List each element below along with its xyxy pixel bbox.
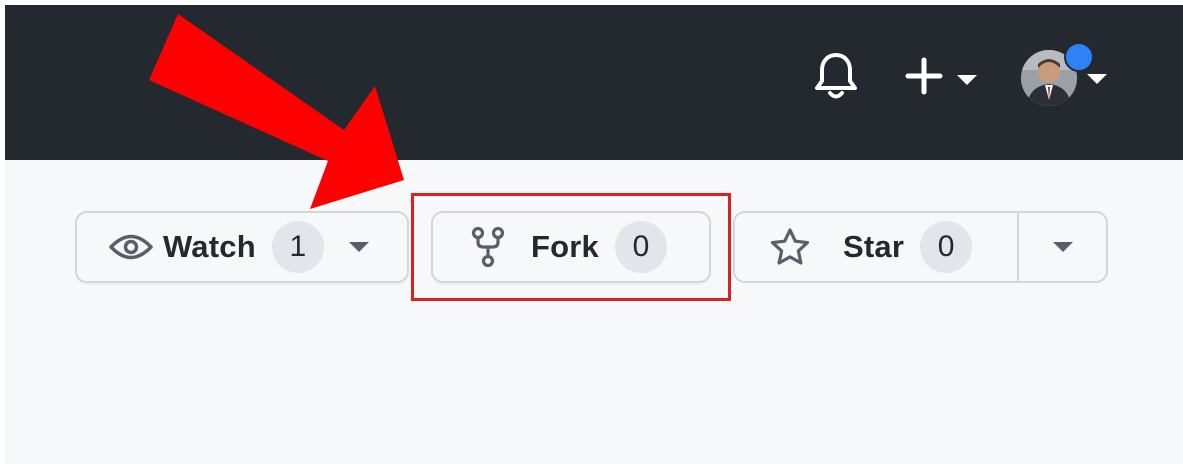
avatar-menu-caret-down-icon[interactable] xyxy=(1086,73,1108,85)
fork-label: Fork xyxy=(531,229,599,264)
screenshot-frame: Watch 1 Fork 0 Star 0 xyxy=(5,5,1183,464)
top-navigation-bar xyxy=(5,5,1183,160)
fork-button[interactable]: Fork 0 xyxy=(431,211,711,283)
star-menu-caret-down-icon xyxy=(1052,242,1073,252)
star-icon xyxy=(770,228,810,265)
star-label: Star xyxy=(843,229,905,264)
star-button-group: Star 0 xyxy=(733,211,1108,283)
star-button[interactable]: Star 0 xyxy=(735,213,1019,281)
create-menu-caret-down-icon[interactable] xyxy=(956,74,978,86)
watch-button[interactable]: Watch 1 xyxy=(75,211,409,283)
watch-menu-caret-down-icon[interactable] xyxy=(348,241,370,253)
plus-icon[interactable] xyxy=(905,57,943,95)
star-menu-button[interactable] xyxy=(1019,213,1106,281)
repo-forked-icon xyxy=(471,226,505,268)
watch-label: Watch xyxy=(163,229,256,264)
fork-count: 0 xyxy=(614,221,667,273)
eye-icon xyxy=(109,234,153,260)
watch-count: 1 xyxy=(271,221,324,273)
bell-icon[interactable] xyxy=(813,51,859,101)
status-indicator-dot xyxy=(1064,42,1094,72)
star-count: 0 xyxy=(920,221,973,273)
